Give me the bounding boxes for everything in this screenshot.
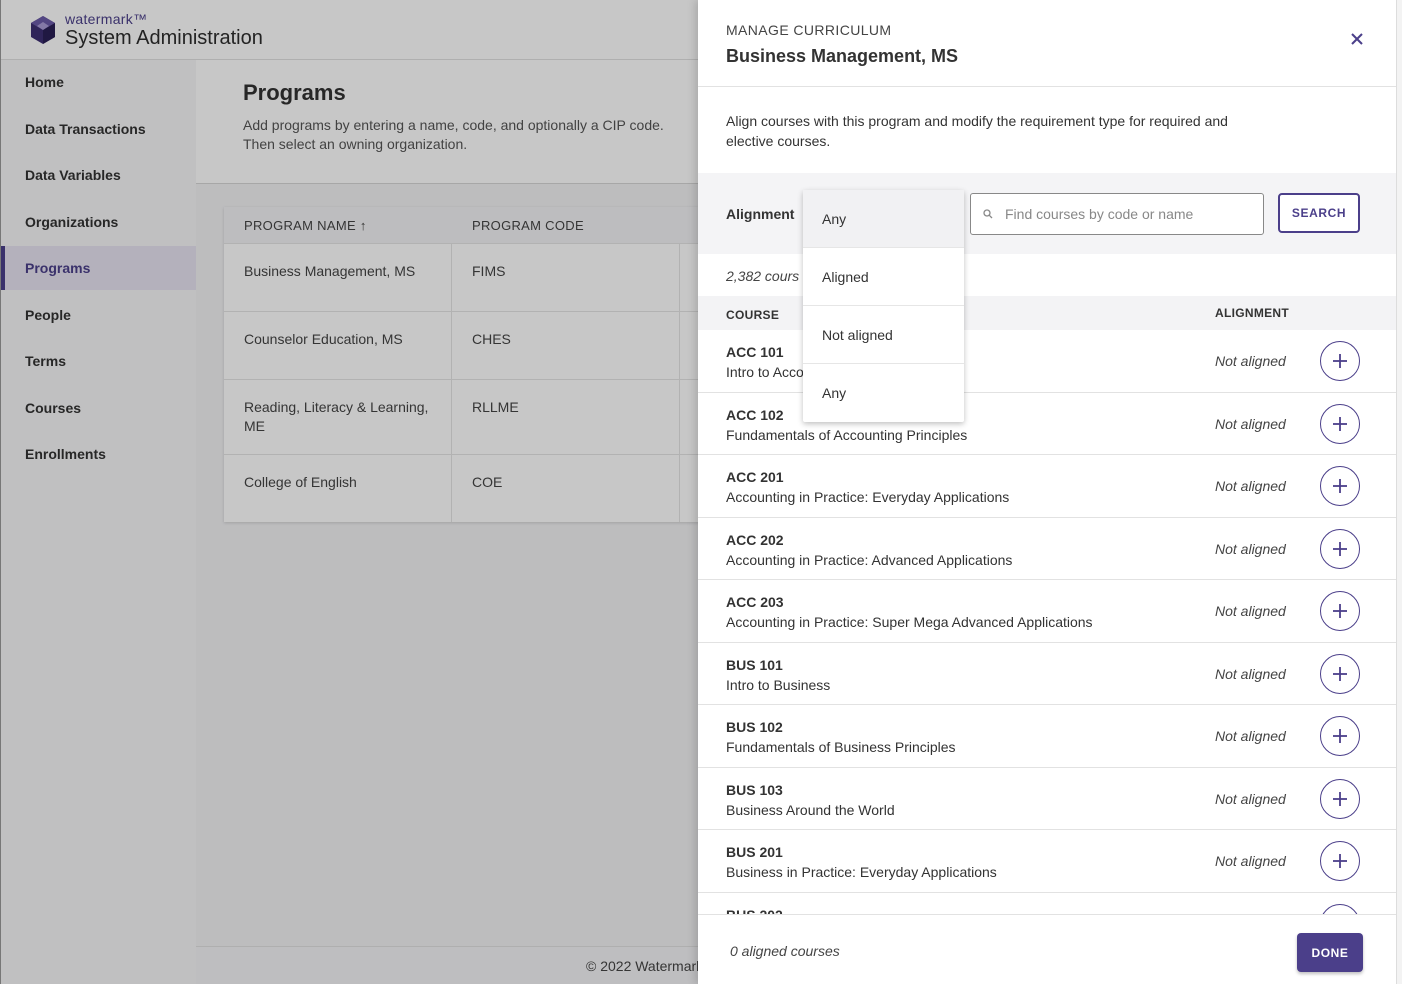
alignment-status: Not aligned — [1215, 540, 1286, 557]
course-row: BUS 102 Fundamentals of Business Principl… — [698, 705, 1396, 768]
plus-icon — [1333, 354, 1347, 368]
align-course-button[interactable] — [1320, 653, 1360, 694]
course-row: BUS 201 Business in Practice: Everyday Ap… — [698, 830, 1396, 893]
drawer-title: Business Management, MS — [726, 46, 959, 66]
course-code: ACC 201 — [726, 469, 784, 485]
align-course-button[interactable] — [1320, 466, 1360, 506]
alignment-status: Not aligned — [1215, 790, 1286, 807]
align-course-button[interactable] — [1320, 528, 1360, 569]
plus-icon — [1333, 604, 1347, 618]
alignment-status: Not aligned — [1215, 353, 1286, 369]
course-row: BUS 202 — [698, 893, 1396, 916]
alignment-status: Not aligned — [1215, 853, 1286, 869]
drawer-kicker: MANAGE CURRICULUM — [726, 22, 892, 38]
alignment-status: Not aligned — [1215, 665, 1286, 682]
plus-icon — [1333, 416, 1347, 431]
course-name: Fundamentals of Accounting Principles — [726, 426, 968, 443]
course-row: BUS 103 Business Around the World Not alig… — [698, 768, 1396, 830]
course-row: ACC 202 Accounting in Practice: Advanced … — [698, 518, 1396, 580]
dropdown-option-any[interactable]: Any — [803, 190, 964, 248]
course-name: Business Around the World — [726, 801, 895, 818]
drawer-header: MANAGE CURRICULUM Business Management, M… — [698, 0, 1396, 87]
course-code: BUS 103 — [726, 781, 783, 798]
align-course-button[interactable] — [1320, 591, 1360, 631]
dropdown-option-any[interactable]: Any — [803, 364, 964, 422]
plus-icon — [1333, 854, 1347, 868]
course-search-box[interactable] — [970, 193, 1264, 235]
alignment-dropdown-menu[interactable]: Any Aligned Not aligned Any — [803, 190, 964, 422]
course-code: ACC 203 — [726, 594, 784, 610]
course-code: ACC 202 — [726, 531, 784, 548]
course-search-input[interactable] — [1005, 206, 1245, 222]
window-edge — [1396, 0, 1402, 984]
search-icon — [983, 209, 993, 219]
align-course-button[interactable] — [1320, 403, 1360, 444]
dropdown-option-aligned[interactable]: Aligned — [803, 248, 964, 306]
dropdown-option-not-aligned[interactable]: Not aligned — [803, 306, 964, 364]
course-code: BUS 102 — [726, 719, 783, 735]
alignment-status: Not aligned — [1215, 728, 1286, 744]
course-code: BUS 101 — [726, 656, 783, 673]
align-course-button[interactable] — [1320, 841, 1360, 881]
align-course-button[interactable] — [1320, 341, 1360, 381]
drawer-footer: 0 aligned courses DONE — [698, 914, 1396, 984]
alignment-status: Not aligned — [1215, 603, 1286, 619]
course-code: BUS 201 — [726, 844, 783, 860]
course-name: Accounting in Practice: Advanced Applica… — [726, 551, 1013, 568]
plus-icon — [1333, 666, 1347, 681]
course-name: Intro to Acco — [726, 364, 804, 380]
aligned-course-count: 0 aligned courses — [730, 943, 840, 959]
plus-icon — [1333, 729, 1347, 743]
course-name: Accounting in Practice: Super Mega Advan… — [726, 614, 1093, 630]
course-row: ACC 203 Accounting in Practice: Super Meg… — [698, 580, 1396, 643]
close-icon[interactable] — [1348, 30, 1366, 48]
course-row: BUS 101 Intro to Business Not aligned — [698, 643, 1396, 705]
done-button[interactable]: DONE — [1297, 933, 1363, 972]
course-name: Accounting in Practice: Everyday Applica… — [726, 489, 1010, 505]
course-name: Fundamentals of Business Principles — [726, 739, 956, 755]
alignment-status: Not aligned — [1215, 478, 1286, 494]
course-name: Intro to Business — [726, 676, 831, 693]
plus-icon — [1333, 479, 1347, 493]
alignment-status: Not aligned — [1215, 415, 1286, 432]
course-row: ACC 201 Accounting in Practice: Everyday … — [698, 455, 1396, 518]
align-course-button[interactable] — [1320, 716, 1360, 756]
plus-icon — [1333, 791, 1347, 806]
course-code: ACC 102 — [726, 406, 784, 423]
course-count: 2,382 cours — [726, 268, 800, 284]
column-course: COURSE — [726, 308, 780, 322]
column-alignment: ALIGNMENT — [1215, 306, 1290, 320]
plus-icon — [1333, 541, 1347, 556]
align-course-button[interactable] — [1320, 778, 1360, 819]
drawer-description: Align courses with this program and modi… — [726, 113, 1228, 149]
alignment-filter-label: Alignment — [726, 206, 795, 222]
course-name: Business in Practice: Everyday Applicati… — [726, 864, 997, 880]
course-code: ACC 101 — [726, 344, 784, 360]
search-button[interactable]: SEARCH — [1278, 193, 1360, 233]
manage-curriculum-drawer: MANAGE CURRICULUM Business Management, M… — [698, 0, 1396, 984]
